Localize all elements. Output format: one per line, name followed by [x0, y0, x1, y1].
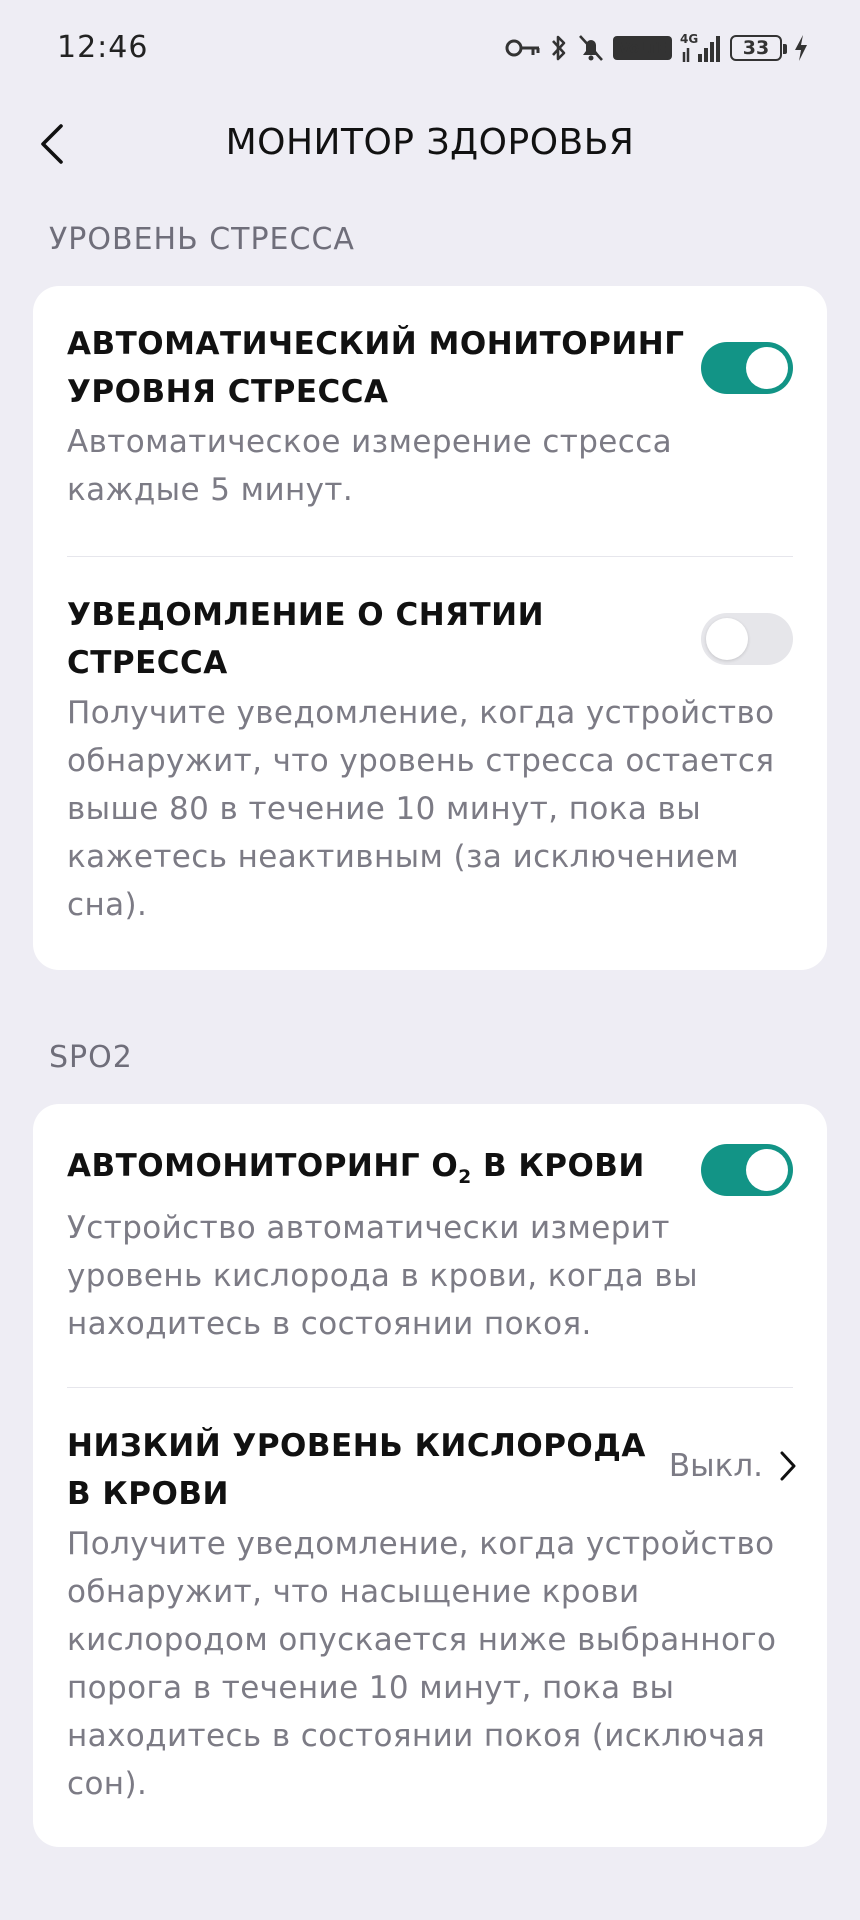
description-line: обнаружит, что насыщение крови: [67, 1574, 640, 1610]
stress-relief-notification-description: Получите уведомление, когда устройство о…: [67, 689, 793, 929]
chevron-right-icon: [780, 1451, 796, 1481]
section-label-spo2: SPO2: [49, 1040, 133, 1075]
title-prefix: АВТОМОНИТОРИНГ O: [67, 1148, 459, 1184]
signal-4g-icon: 4G: [680, 32, 722, 64]
stress-auto-monitoring-row[interactable]: АВТОМАТИЧЕСКИЙ МОНИТОРИНГ УРОВНЯ СТРЕССА…: [67, 320, 793, 514]
description-line: сон).: [67, 1766, 148, 1802]
status-time: 12:46: [57, 30, 149, 65]
spo2-auto-monitoring-toggle[interactable]: [701, 1144, 793, 1196]
bluetooth-icon: [549, 33, 569, 63]
description-line: находитесь в состоянии покоя (исключая: [67, 1718, 766, 1754]
key-icon: [505, 37, 541, 59]
title-subscript: 2: [458, 1167, 472, 1189]
spo2-auto-monitoring-row[interactable]: АВТОМОНИТОРИНГ O2 В КРОВИ Устройство авт…: [67, 1142, 793, 1348]
stress-auto-monitoring-title: АВТОМАТИЧЕСКИЙ МОНИТОРИНГ УРОВНЯ СТРЕССА: [67, 320, 793, 416]
status-icons: VoLTE 4G 33: [505, 30, 808, 66]
title-line: УВЕДОМЛЕНИЕ О СНЯТИИ: [67, 597, 545, 633]
low-oxygen-value-link[interactable]: Выкл.: [669, 1448, 797, 1484]
description-line: порога в течение 10 минут, пока вы: [67, 1670, 675, 1706]
stress-relief-notification-row[interactable]: УВЕДОМЛЕНИЕ О СНЯТИИ СТРЕССА Получите ув…: [67, 591, 793, 929]
description-line: выше 80 в течение 10 минут, пока вы: [67, 791, 702, 827]
title-suffix: В КРОВИ: [471, 1148, 645, 1184]
title-line: СТРЕССА: [67, 645, 228, 681]
page-title: МОНИТОР ЗДОРОВЬЯ: [225, 122, 635, 163]
stress-relief-notification-title: УВЕДОМЛЕНИЕ О СНЯТИИ СТРЕССА: [67, 591, 793, 687]
low-oxygen-value: Выкл.: [668, 1448, 763, 1484]
description-line: уровень кислорода в крови, когда вы: [67, 1258, 698, 1295]
spo2-card: АВТОМОНИТОРИНГ O2 В КРОВИ Устройство авт…: [33, 1104, 827, 1847]
status-bar: 12:46 VoLTE 4G 33: [0, 0, 860, 100]
description-line: каждые 5 минут.: [67, 472, 354, 508]
description-line: сна).: [67, 887, 148, 923]
spo2-auto-monitoring-description: Устройство автоматически измерит уровень…: [67, 1204, 793, 1348]
toggle-knob: [746, 1149, 788, 1191]
description-line: Получите уведомление, когда устройство: [67, 695, 775, 731]
description-line: находитесь в состоянии покоя.: [67, 1306, 592, 1343]
stress-card: АВТОМАТИЧЕСКИЙ МОНИТОРИНГ УРОВНЯ СТРЕССА…: [33, 286, 827, 970]
low-oxygen-description: Получите уведомление, когда устройство о…: [67, 1520, 793, 1808]
title-line: УРОВНЯ СТРЕССА: [67, 374, 389, 410]
section-label-stress: УРОВЕНЬ СТРЕССА: [49, 222, 355, 257]
stress-auto-monitoring-description: Автоматическое измерение стресса каждые …: [67, 418, 793, 514]
stress-auto-monitoring-toggle[interactable]: [701, 342, 793, 394]
description-line: кажетесь неактивным (за исключением: [67, 839, 740, 875]
description-line: Получите уведомление, когда устройство: [67, 1526, 775, 1562]
description-line: кислородом опускается ниже выбранного: [67, 1622, 777, 1658]
description-line: Устройство автоматически измерит: [67, 1210, 670, 1247]
divider: [67, 1387, 793, 1388]
description-line: Автоматическое измерение стресса: [67, 424, 673, 460]
toggle-knob: [706, 618, 748, 660]
volte-icon: VoLTE: [613, 36, 672, 60]
charging-icon: [794, 34, 808, 62]
spo2-auto-monitoring-title: АВТОМОНИТОРИНГ O2 В КРОВИ: [67, 1142, 793, 1202]
description-line: обнаружит, что уровень стресса остается: [67, 743, 775, 779]
battery-icon: 33: [730, 35, 787, 61]
bell-muted-icon: [577, 33, 605, 63]
toggle-knob: [746, 347, 788, 389]
divider: [67, 556, 793, 557]
top-app-bar: МОНИТОР ЗДОРОВЬЯ: [0, 100, 860, 190]
stress-relief-notification-toggle[interactable]: [701, 613, 793, 665]
title-line: АВТОМАТИЧЕСКИЙ МОНИТОРИНГ: [67, 326, 685, 362]
